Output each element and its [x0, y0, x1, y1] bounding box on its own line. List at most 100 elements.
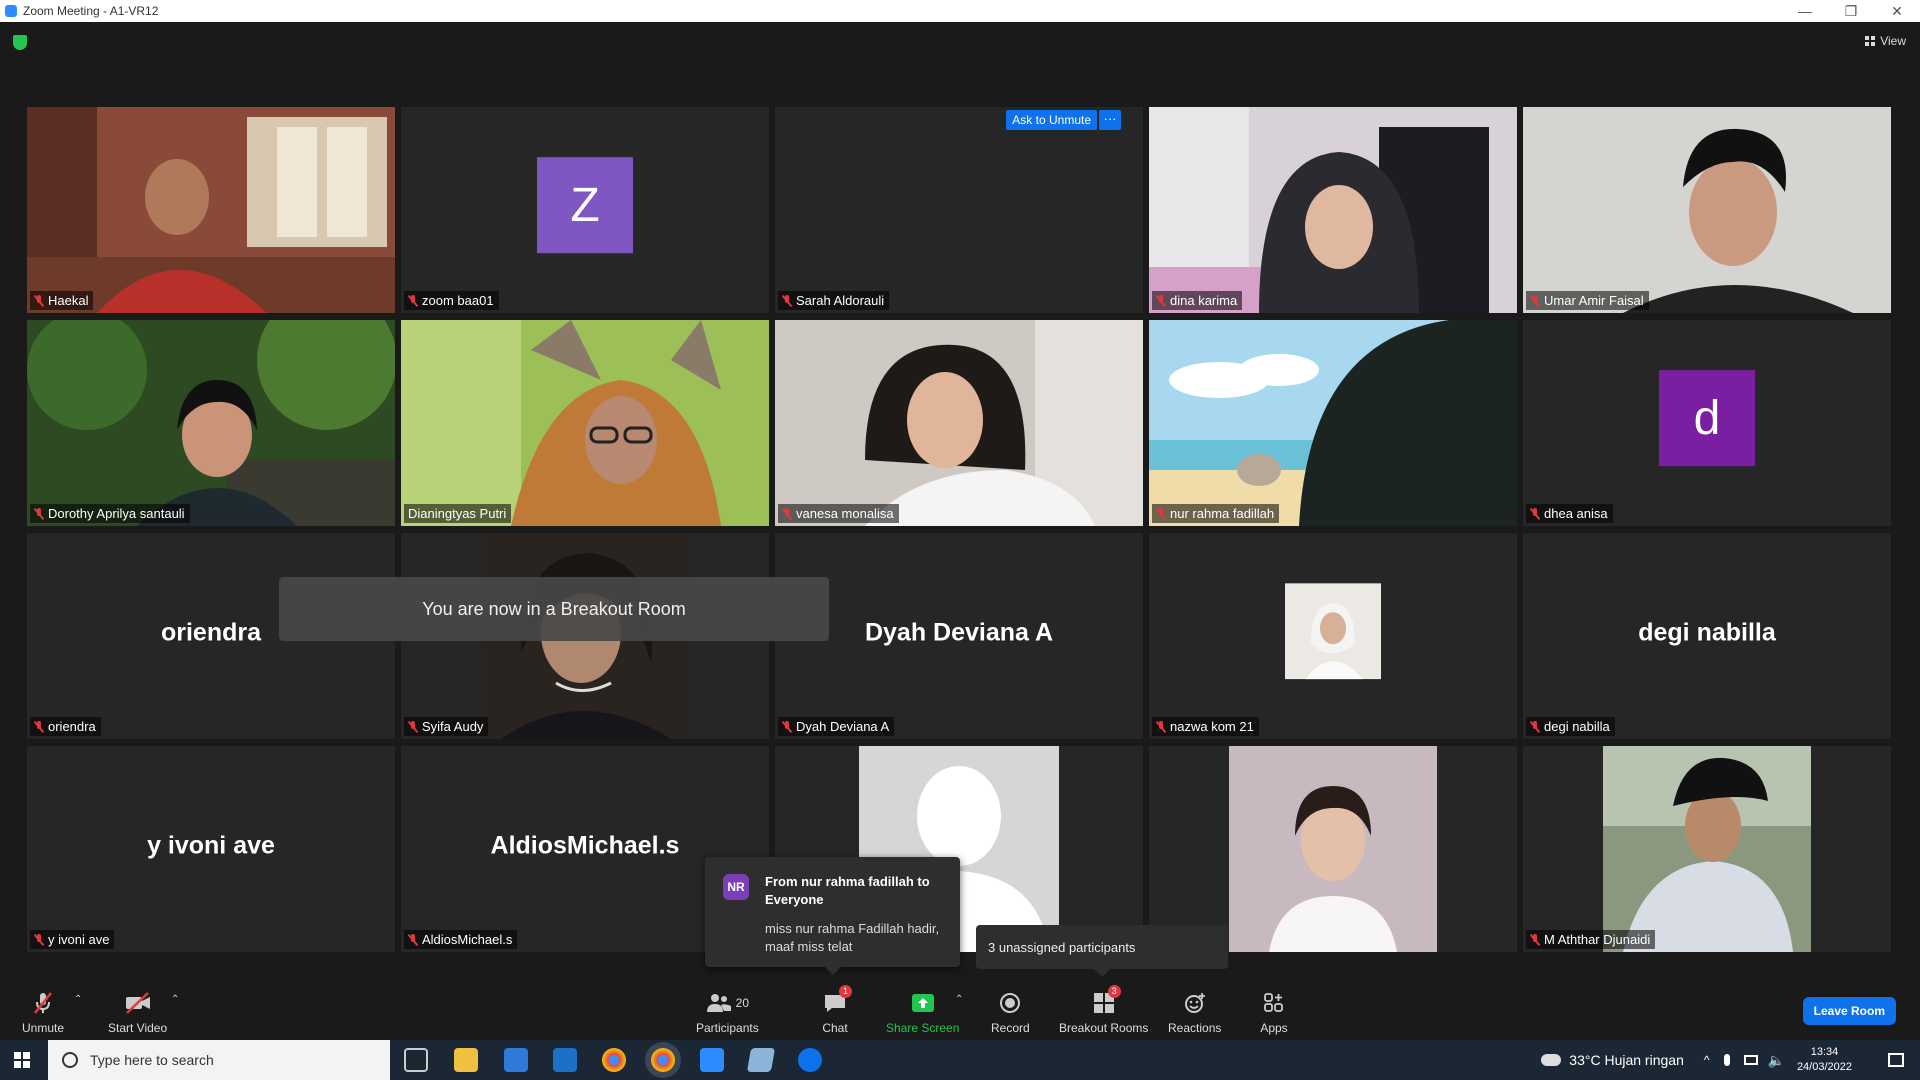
- participant-tile[interactable]: Z zoom baa01: [401, 107, 769, 313]
- mic-muted-icon: [1530, 507, 1540, 520]
- ask-to-unmute-button[interactable]: Ask to Unmute: [1006, 110, 1097, 130]
- chat-badge: 1: [839, 985, 852, 998]
- windows-start-icon[interactable]: [14, 1052, 30, 1068]
- chrome-icon[interactable]: [602, 1048, 626, 1072]
- participants-button[interactable]: 20 Participants: [696, 991, 759, 1035]
- reactions-label: Reactions: [1168, 1021, 1222, 1035]
- sender-avatar: NR: [723, 874, 749, 900]
- participant-tile[interactable]: Umar Amir Faisal: [1523, 107, 1891, 313]
- show-hidden-icons-icon[interactable]: ^: [1704, 1053, 1710, 1067]
- nameplate: Dianingtyas Putri: [404, 504, 512, 523]
- encryption-shield-icon[interactable]: [13, 35, 27, 50]
- participant-name: dhea anisa: [1544, 506, 1608, 521]
- zoom-app-icon: [5, 5, 17, 17]
- mic-muted-icon: [34, 720, 44, 733]
- notifications-icon[interactable]: [1888, 1053, 1904, 1067]
- video-options-caret-icon[interactable]: ⌃: [171, 994, 179, 1005]
- nameplate: Haekal: [30, 291, 94, 310]
- video-off-icon: [123, 991, 153, 1015]
- reactions-button[interactable]: Reactions: [1168, 991, 1221, 1035]
- participant-video: [1603, 746, 1811, 952]
- record-label: Record: [991, 1021, 1030, 1035]
- close-button[interactable]: ✕: [1874, 3, 1920, 20]
- mic-muted-icon: [408, 294, 418, 307]
- participant-tile[interactable]: degi nabilla degi nabilla: [1523, 533, 1891, 739]
- zoom-taskbar-icon[interactable]: [700, 1048, 724, 1072]
- more-options-button[interactable]: ···: [1099, 110, 1121, 130]
- gallery-view: Haekal Z zoom baa01 Ask to Unmute ··· Sa…: [27, 107, 1893, 955]
- participant-tile[interactable]: Haekal: [27, 107, 395, 313]
- breakout-rooms-button[interactable]: 3 Breakout Rooms: [1059, 985, 1148, 1035]
- audio-options-caret-icon[interactable]: ⌃: [74, 994, 82, 1005]
- participant-tile[interactable]: M Aththar Djunaidi: [1523, 746, 1891, 952]
- avatar: d: [1659, 370, 1755, 467]
- chat-button[interactable]: 1 Chat: [820, 985, 852, 1035]
- nameplate: oriendra: [30, 717, 101, 736]
- participant-tile[interactable]: Ask to Unmute ··· Sarah Aldorauli: [775, 107, 1143, 313]
- system-tray: 33°C Hujan ringan ^ 🔈 13:34 24/03/2022: [1541, 1040, 1920, 1080]
- volume-icon[interactable]: 🔈: [1768, 1052, 1785, 1069]
- mic-muted-icon: [782, 507, 792, 520]
- participant-video: [27, 320, 395, 526]
- clock-time: 13:34: [1810, 1046, 1839, 1058]
- teamviewer-icon[interactable]: [798, 1048, 822, 1072]
- file-explorer-icon[interactable]: [454, 1048, 478, 1072]
- nameplate: Sarah Aldorauli: [778, 291, 890, 310]
- store-icon[interactable]: [504, 1048, 528, 1072]
- network-icon[interactable]: [1743, 1055, 1758, 1065]
- mic-muted-icon: [1156, 720, 1166, 733]
- participant-video: [27, 107, 395, 313]
- participant-name: dina karima: [1170, 293, 1238, 308]
- chat-message-popup[interactable]: NR From nur rahma fadillah to Everyone m…: [705, 857, 960, 975]
- participant-video: [401, 320, 769, 526]
- minimize-button[interactable]: —: [1782, 3, 1828, 20]
- mic-muted-icon: [34, 933, 44, 946]
- apps-icon: [1259, 991, 1289, 1015]
- participant-tile[interactable]: ati: [1149, 746, 1517, 952]
- participant-tile[interactable]: Dyah Deviana A Dyah Deviana A: [775, 533, 1143, 739]
- mail-icon[interactable]: [553, 1048, 577, 1072]
- participant-tile[interactable]: dina karima: [1149, 107, 1517, 313]
- participants-count: 20: [735, 996, 750, 1010]
- unmute-button[interactable]: Unmute: [22, 991, 64, 1035]
- window-title-bar: Zoom Meeting - A1-VR12 — ❐ ✕: [0, 0, 1920, 22]
- participant-video: [1149, 107, 1517, 313]
- view-button[interactable]: View: [1865, 34, 1906, 48]
- mic-muted-icon: [782, 720, 792, 733]
- participant-tile-active-speaker[interactable]: Dianingtyas Putri: [401, 320, 769, 526]
- apps-button[interactable]: Apps: [1259, 991, 1289, 1035]
- unassigned-participants-popup[interactable]: 3 unassigned participants: [976, 925, 1228, 977]
- participant-video: [1229, 746, 1437, 952]
- weather-text[interactable]: 33°C Hujan ringan: [1569, 1052, 1684, 1068]
- clock[interactable]: 13:34 24/03/2022: [1797, 1045, 1852, 1075]
- microphone-icon[interactable]: [1723, 1054, 1730, 1066]
- nameplate: nur rahma fadillah: [1152, 504, 1280, 523]
- participant-tile[interactable]: d dhea anisa: [1523, 320, 1891, 526]
- start-video-button[interactable]: Start Video: [108, 991, 167, 1035]
- participant-name: vanesa monalisa: [796, 506, 894, 521]
- leave-room-button[interactable]: Leave Room: [1802, 997, 1896, 1025]
- participant-tile[interactable]: nazwa kom 21: [1149, 533, 1517, 739]
- task-view-icon[interactable]: [404, 1048, 428, 1072]
- participant-tile[interactable]: y ivoni ave y ivoni ave: [27, 746, 395, 952]
- nameplate: M Aththar Djunaidi: [1526, 930, 1656, 949]
- participant-display-name: degi nabilla: [1638, 618, 1776, 647]
- record-button[interactable]: Record: [991, 991, 1030, 1035]
- nameplate: Umar Amir Faisal: [1526, 291, 1649, 310]
- nameplate: dina karima: [1152, 291, 1243, 310]
- mic-muted-icon: [1156, 507, 1166, 520]
- chrome-profile-icon[interactable]: [651, 1048, 675, 1072]
- participant-name: Syifa Audy: [422, 719, 484, 734]
- restore-button[interactable]: ❐: [1828, 3, 1874, 20]
- participant-name: Dorothy Aprilya santauli: [48, 506, 185, 521]
- participant-tile[interactable]: nur rahma fadillah: [1149, 320, 1517, 526]
- chat-icon: 1: [820, 985, 852, 1015]
- share-screen-button[interactable]: Share Screen: [886, 991, 959, 1035]
- share-options-caret-icon[interactable]: ⌃: [955, 994, 963, 1005]
- participant-name: nur rahma fadillah: [1170, 506, 1275, 521]
- participant-tile[interactable]: vanesa monalisa: [775, 320, 1143, 526]
- nameplate: y ivoni ave: [30, 930, 115, 949]
- notepad-icon[interactable]: [746, 1048, 776, 1072]
- taskbar-search-input[interactable]: Type here to search: [48, 1040, 390, 1080]
- participant-tile[interactable]: Dorothy Aprilya santauli: [27, 320, 395, 526]
